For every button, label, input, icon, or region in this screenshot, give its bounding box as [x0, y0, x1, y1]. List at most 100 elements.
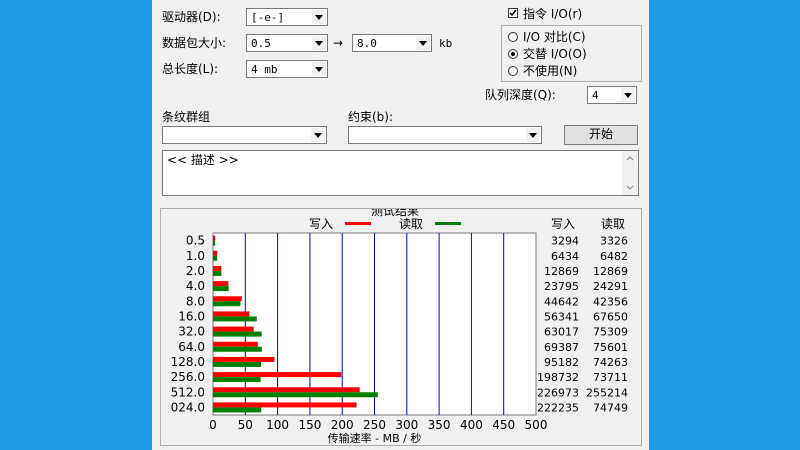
- io-alternate-radio[interactable]: [508, 49, 518, 59]
- write-value-cell: 44642: [544, 295, 579, 308]
- write-value-cell: 56341: [544, 310, 579, 323]
- transfer-size-to-select[interactable]: 8.0: [352, 34, 432, 52]
- x-tick-label: 250: [363, 418, 386, 432]
- y-tick-label: 64.0: [178, 340, 205, 354]
- read-value-cell: 24291: [593, 280, 628, 293]
- direct-io-label: 指令 I/O(r): [523, 7, 583, 21]
- read-bar: [213, 377, 261, 383]
- read-value-cell: 42356: [593, 295, 628, 308]
- y-tick-label: 8.0: [186, 294, 205, 308]
- col-write-header: 写入: [551, 217, 575, 231]
- stripe-group-label: 条纹群组: [162, 110, 211, 124]
- transfer-size-from-value: 0.5: [251, 37, 271, 50]
- chevron-down-icon: [311, 128, 325, 142]
- x-tick-label: 150: [298, 418, 321, 432]
- chevron-down-icon: [416, 36, 430, 50]
- queue-depth-label: 队列深度(Q):: [485, 88, 556, 102]
- queue-depth-select[interactable]: 4: [587, 86, 637, 104]
- x-tick-label: 200: [331, 418, 354, 432]
- description-text: << 描述 >>: [167, 153, 239, 167]
- write-bar: [213, 387, 360, 393]
- y-tick-label: 0.5: [186, 234, 205, 248]
- read-value-cell: 74749: [593, 401, 628, 414]
- col-read-header: 读取: [601, 217, 625, 231]
- write-bar: [213, 341, 258, 347]
- legend-read-swatch: [435, 222, 461, 225]
- write-bar: [213, 356, 275, 362]
- read-bar: [213, 286, 229, 292]
- read-bar: [213, 407, 262, 413]
- chevron-down-icon: [312, 10, 326, 24]
- write-value-cell: 12869: [544, 265, 579, 278]
- write-value-cell: 6434: [551, 250, 579, 263]
- constraint-label: 约束(b):: [348, 110, 394, 124]
- io-alternate-label: 交替 I/O(O): [523, 47, 587, 61]
- total-length-select[interactable]: 4 mb: [246, 60, 328, 78]
- chevron-down-icon: [312, 36, 326, 50]
- total-length-value: 4 mb: [251, 63, 278, 76]
- write-bar: [213, 250, 218, 256]
- io-compare-label: I/O 对比(C): [523, 30, 586, 44]
- write-bar: [213, 296, 242, 302]
- results-chart: 测试结果写入 读取0 50 100 150 200 250 300 350 400 450 500传输…: [171, 209, 628, 445]
- total-length-label: 总长度(L):: [162, 62, 219, 76]
- write-value-cell: 226973: [537, 386, 579, 399]
- write-bar: [213, 326, 254, 332]
- y-tick-label: 256.0: [171, 370, 205, 384]
- write-bar: [213, 402, 357, 408]
- write-value-cell: 222235: [537, 401, 579, 414]
- read-bar: [213, 301, 241, 307]
- write-value-cell: 63017: [544, 326, 579, 339]
- x-axis-label: 传输速率 - MB / 秒: [328, 431, 422, 445]
- write-bar: [213, 265, 222, 271]
- results-group: 测试结果 写入 读取 0 50 100 150 200 250 300 350 400 450 500 传输…: [160, 208, 642, 446]
- io-compare-radio[interactable]: [508, 32, 518, 42]
- y-tick-label: 32.0: [178, 325, 205, 339]
- description-box[interactable]: << 描述 >>: [162, 150, 639, 196]
- transfer-size-from-select[interactable]: 0.5: [246, 34, 328, 52]
- read-value-cell: 67650: [593, 310, 628, 323]
- constraint-select[interactable]: [348, 126, 542, 144]
- drive-label: 驱动器(D):: [162, 10, 221, 24]
- y-tick-label: 4.0: [186, 279, 205, 293]
- read-value-cell: 75309: [593, 326, 628, 339]
- io-none-radio[interactable]: [508, 66, 518, 76]
- description-scrollbar[interactable]: [622, 151, 638, 195]
- read-bar: [213, 361, 261, 367]
- read-bar: [213, 346, 262, 352]
- drive-select[interactable]: [-e-]: [246, 8, 328, 26]
- write-value-cell: 95182: [544, 356, 579, 369]
- stripe-group-select[interactable]: [162, 126, 327, 144]
- direct-io-checkbox[interactable]: [508, 8, 518, 18]
- transfer-size-to-value: 8.0: [357, 37, 377, 50]
- chevron-down-icon: [312, 62, 326, 76]
- arrow-icon: →: [333, 36, 344, 50]
- write-value-cell: 23795: [544, 280, 579, 293]
- transfer-size-label: 数据包大小:: [162, 36, 227, 50]
- x-tick-label: 400: [460, 418, 483, 432]
- x-tick-label: 450: [492, 418, 515, 432]
- x-tick-label: 350: [428, 418, 451, 432]
- read-value-cell: 12869: [593, 265, 628, 278]
- read-value-cell: 73711: [593, 371, 628, 384]
- read-value-cell: 6482: [600, 250, 628, 263]
- read-bar: [213, 316, 257, 322]
- drive-value: [-e-]: [251, 11, 285, 24]
- x-tick-label: 50: [238, 418, 253, 432]
- write-value-cell: 198732: [537, 371, 579, 384]
- x-tick-label: 100: [266, 418, 289, 432]
- write-bar: [213, 311, 250, 317]
- y-tick-label: 16.0: [178, 309, 205, 323]
- read-value-cell: 74263: [593, 356, 628, 369]
- io-none-label: 不使用(N): [523, 64, 578, 78]
- benchmark-window: 驱动器(D): [-e-] 数据包大小: 0.5 → 8.0 kb 总长度(L)…: [152, 0, 649, 450]
- start-button[interactable]: 开始: [564, 125, 638, 145]
- write-bar: [213, 372, 342, 378]
- scroll-arrows-icon: [626, 156, 634, 190]
- x-tick-label: 300: [395, 418, 418, 432]
- y-tick-label: 2.0: [186, 264, 205, 278]
- checkmark-icon: [509, 9, 517, 17]
- legend-write-swatch: [345, 222, 371, 225]
- transfer-size-unit: kb: [439, 37, 453, 50]
- read-value-cell: 3326: [600, 235, 628, 248]
